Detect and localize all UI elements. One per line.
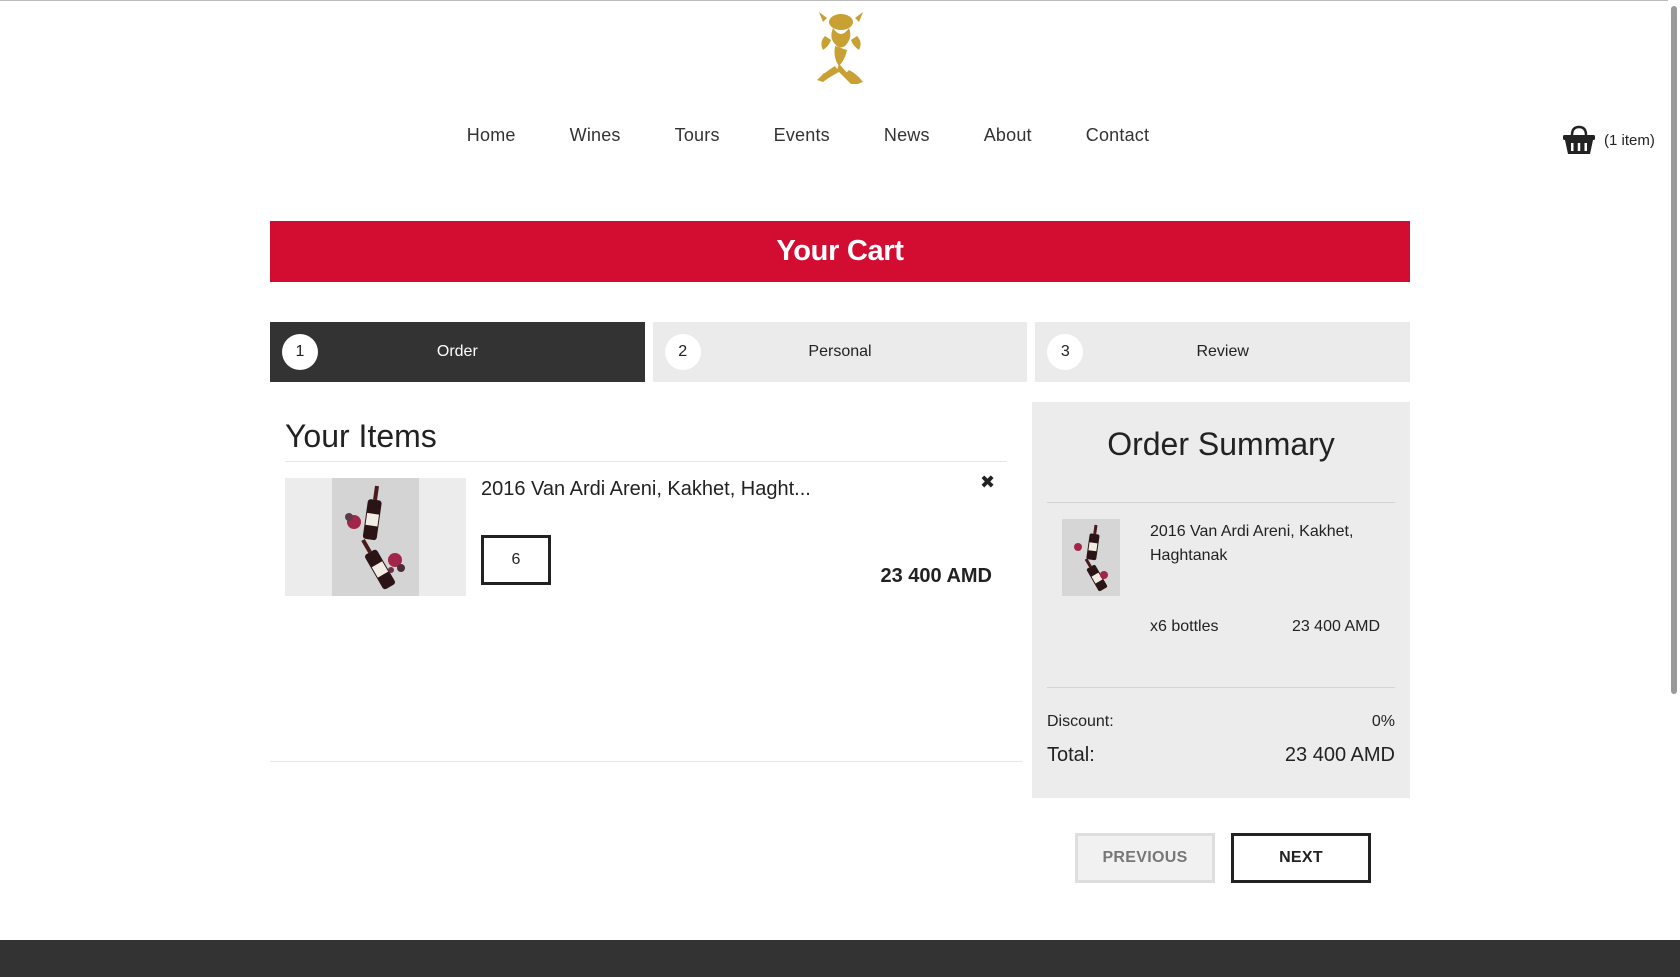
step-label: Personal xyxy=(808,343,872,360)
cart-items-section: Your Items 2016 Van Ardi Areni, Kakhet, … xyxy=(270,402,1022,762)
cart-widget[interactable]: (1 item) xyxy=(1562,125,1655,155)
quantity-input[interactable] xyxy=(481,535,551,585)
cart-banner: Your Cart xyxy=(270,221,1410,282)
total-label: Total: xyxy=(1047,744,1095,766)
footer xyxy=(0,940,1680,977)
basket-icon xyxy=(1563,125,1595,154)
close-icon[interactable]: ✖ xyxy=(980,472,995,493)
step-label: Order xyxy=(436,343,478,360)
main-nav-items: Home Wines Tours Events News About Conta… xyxy=(440,125,1176,146)
discount-value: 0% xyxy=(1371,713,1395,730)
step-order[interactable]: 1 Order xyxy=(270,322,645,382)
nav-about[interactable]: About xyxy=(957,125,1059,146)
nav-contact[interactable]: Contact xyxy=(1059,125,1176,146)
cart-count: (1 item) xyxy=(1604,131,1655,149)
item-price: 23 400 AMD xyxy=(880,565,992,587)
scrollbar[interactable] xyxy=(1668,0,1680,940)
summary-product-image xyxy=(1062,519,1120,596)
nav-news[interactable]: News xyxy=(857,125,957,146)
summary-heading: Order Summary xyxy=(1107,426,1335,462)
step-number: 1 xyxy=(282,334,318,370)
logo-emblem-icon xyxy=(817,12,863,84)
checkout-steps: 1 Order 2 Personal 3 Review xyxy=(270,322,1411,382)
product-image xyxy=(285,478,466,596)
main-nav: Home Wines Tours Events News About Conta… xyxy=(0,125,1680,146)
page-title: Your Cart xyxy=(776,235,904,267)
previous-button[interactable]: PREVIOUS xyxy=(1075,833,1215,883)
nav-events[interactable]: Events xyxy=(747,125,857,146)
item-name[interactable]: 2016 Van Ardi Areni, Kakhet, Haght... xyxy=(481,478,811,501)
divider xyxy=(285,461,1007,462)
items-heading: Your Items xyxy=(285,418,437,454)
summary-item-name: 2016 Van Ardi Areni, Kakhet, Haghtanak xyxy=(1150,523,1354,564)
step-number: 3 xyxy=(1047,334,1084,370)
step-label: Review xyxy=(1196,343,1249,360)
nav-home[interactable]: Home xyxy=(440,125,543,146)
step-number: 2 xyxy=(664,334,701,370)
step-personal[interactable]: 2 Personal xyxy=(652,322,1028,382)
summary-item-qty: x6 bottles xyxy=(1150,618,1219,635)
scrollbar-thumb[interactable] xyxy=(1671,6,1677,694)
nav-tours[interactable]: Tours xyxy=(648,125,747,146)
next-button[interactable]: NEXT xyxy=(1231,833,1371,883)
order-summary: Order Summary 2016 Van Ardi Areni, Kakhe… xyxy=(1032,402,1410,798)
top-border xyxy=(0,0,1680,1)
winery-logo[interactable] xyxy=(805,10,875,88)
nav-wines[interactable]: Wines xyxy=(543,125,648,146)
discount-label: Discount: xyxy=(1047,713,1114,730)
divider xyxy=(1047,502,1395,503)
step-review[interactable]: 3 Review xyxy=(1035,322,1411,382)
summary-item-price: 23 400 AMD xyxy=(1291,618,1380,635)
divider xyxy=(1047,687,1395,688)
total-value: 23 400 AMD xyxy=(1284,744,1395,766)
